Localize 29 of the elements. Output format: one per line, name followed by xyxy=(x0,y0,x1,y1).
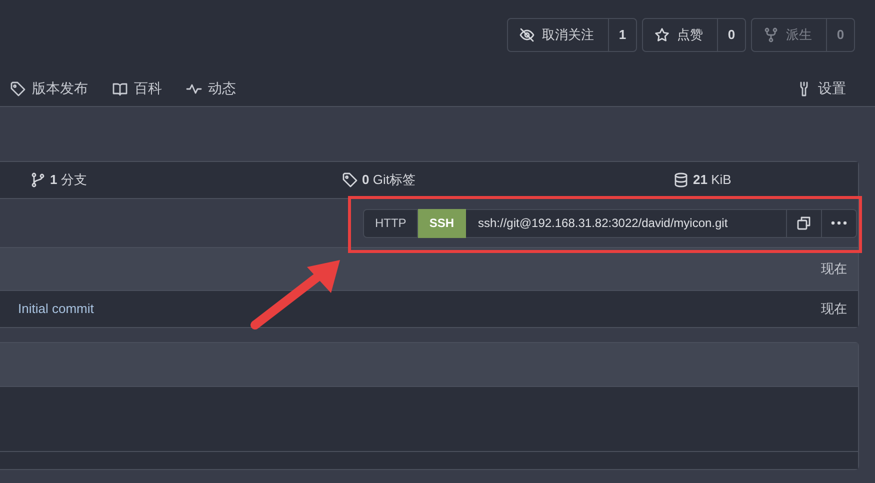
nav-tab[interactable]: 动态 xyxy=(186,78,236,99)
tag-icon xyxy=(342,172,358,188)
settings-tab[interactable]: 设置 xyxy=(796,78,846,99)
more-icon xyxy=(831,221,847,225)
nav-tab[interactable]: 版本发布 xyxy=(10,78,88,99)
fork-icon xyxy=(763,27,779,43)
protocol-tab[interactable]: HTTP xyxy=(362,208,418,238)
stat-label: 0 Git标签 xyxy=(362,171,416,190)
count-label: 0 xyxy=(717,19,745,51)
tag-icon xyxy=(10,80,26,96)
eye-slash-icon xyxy=(519,27,535,43)
database-icon xyxy=(673,172,689,188)
header-button[interactable]: 取消关注 xyxy=(508,19,608,51)
copy-button[interactable] xyxy=(787,208,822,238)
commit-time: 现在 xyxy=(821,260,847,278)
branch-icon xyxy=(30,172,46,188)
count-label: 1 xyxy=(608,19,636,51)
commit-time: 现在 xyxy=(821,300,847,318)
url-field[interactable]: ssh://git@192.168.31.82:3022/david/myicon.git xyxy=(466,208,787,238)
count-label: 0 xyxy=(826,19,854,51)
more-button[interactable] xyxy=(822,208,857,238)
star-icon xyxy=(654,27,670,43)
nav-tab[interactable]: 百科 xyxy=(112,78,162,99)
header-button[interactable]: 点赞 xyxy=(643,19,717,51)
copy-icon xyxy=(796,215,812,231)
stat-label: 1 分支 xyxy=(50,171,87,190)
commit-message-link[interactable]: Initial commit xyxy=(18,299,94,319)
stat-label: 21 KiB xyxy=(693,171,732,190)
book-icon xyxy=(112,80,128,96)
